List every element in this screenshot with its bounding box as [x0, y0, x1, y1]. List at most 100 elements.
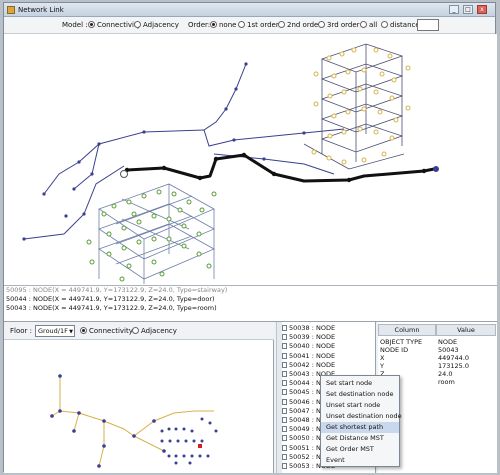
tree-node-item[interactable]: 50039 : NODE — [282, 333, 335, 342]
close-button[interactable]: x — [477, 5, 487, 14]
property-value: 24.0 — [438, 370, 453, 378]
order-all-radio[interactable] — [360, 21, 367, 28]
property-name: OBJECT TYPE — [380, 338, 423, 346]
window-title: Network Link — [18, 6, 64, 14]
floor-links — [51, 376, 214, 467]
floor-nodes — [50, 374, 218, 468]
context-menu-item[interactable]: Get Distance MST — [321, 433, 399, 444]
context-menu-item[interactable]: Unset start node — [321, 400, 399, 411]
tree-node-item[interactable]: 50040 : NODE — [282, 342, 335, 351]
order-2nd-radio[interactable] — [278, 21, 285, 28]
order-3rd-label[interactable]: 3rd order — [327, 21, 360, 29]
context-menu-item[interactable]: Set start node — [321, 378, 399, 389]
log-line: 50095 : NODE(X = 449741.9, Y=173122.9, Z… — [6, 286, 228, 294]
property-name: X — [380, 354, 385, 362]
shortest-path-nodes — [124, 152, 427, 183]
file-icon — [282, 371, 287, 377]
tree-scrollbar[interactable] — [276, 322, 282, 473]
file-icon — [282, 352, 287, 359]
order-distance-label[interactable]: distance — [390, 21, 420, 29]
bottom-panel: Floor : Groud/1F ▼ Connectivity Adjacenc… — [4, 322, 497, 473]
property-name: Y — [380, 362, 384, 370]
tree-node-item[interactable]: 50038 : NODE — [282, 324, 335, 333]
order-3rd-radio[interactable] — [318, 21, 325, 28]
floor-select[interactable]: Groud/1F ▼ — [35, 325, 75, 337]
property-value: 173125.0 — [438, 362, 470, 370]
app-icon — [7, 6, 15, 14]
context-menu-item[interactable]: Event — [321, 455, 399, 466]
order-all-label[interactable]: all — [369, 21, 377, 29]
destination-node — [433, 166, 439, 172]
selected-floor-node — [198, 444, 202, 448]
file-icon — [282, 417, 287, 423]
start-node — [120, 170, 128, 178]
model-adjacency-label[interactable]: Adjacency — [143, 21, 179, 29]
network-3d-canvas[interactable] — [4, 34, 497, 286]
order-2nd-label[interactable]: 2nd order — [287, 21, 321, 29]
file-icon — [282, 435, 287, 442]
property-value: 449744.0 — [438, 354, 470, 362]
outdoor-nodes — [22, 62, 306, 241]
tree-node-label: 50040 : NODE — [289, 342, 336, 351]
log-line: 50043 : NODE(X = 449741.9, Y=173122.9, Z… — [6, 304, 217, 312]
node-context-menu: Set start node Set destination node Unset … — [320, 375, 402, 467]
order-none-label[interactable]: none — [219, 21, 236, 29]
network-link-window: Network Link _ □ x Model : Connectivity … — [3, 2, 497, 473]
file-icon — [282, 325, 287, 331]
floor-bar: Floor : Groud/1F ▼ Connectivity Adjacenc… — [4, 322, 274, 340]
node-log: 50095 : NODE(X = 449741.9, Y=173122.9, Z… — [4, 286, 497, 322]
column-header[interactable]: Column — [378, 324, 436, 336]
floor-selected-value: Groud/1F — [38, 327, 68, 335]
file-icon — [282, 343, 287, 350]
tree-node-item[interactable]: 50042 : NODE — [282, 361, 335, 370]
file-icon — [282, 463, 287, 469]
context-menu-item[interactable]: Get shortest path — [321, 422, 399, 433]
file-icon — [282, 407, 287, 414]
context-menu-item[interactable]: Unset destination node — [321, 411, 402, 422]
order-1st-label[interactable]: 1st order — [247, 21, 279, 29]
context-menu-item[interactable]: Set destination node — [321, 389, 399, 400]
model-connectivity-radio[interactable] — [88, 21, 95, 28]
file-icon — [282, 389, 287, 396]
file-icon — [282, 334, 287, 341]
file-icon — [282, 426, 287, 433]
order-1st-radio[interactable] — [238, 21, 245, 28]
file-icon — [282, 444, 287, 451]
floor-connectivity-label[interactable]: Connectivity — [89, 327, 133, 335]
floor-connectivity-radio[interactable] — [80, 327, 87, 334]
floor-label: Floor : — [10, 327, 32, 335]
floor-adjacency-radio[interactable] — [132, 327, 139, 334]
file-icon — [282, 453, 287, 460]
floor-plan-panel: Floor : Groud/1F ▼ Connectivity Adjacenc… — [4, 322, 274, 473]
title-bar[interactable]: Network Link _ □ x — [4, 3, 495, 17]
floor-plan-canvas[interactable] — [4, 341, 272, 472]
shortest-path — [126, 153, 435, 183]
building-yellow — [303, 43, 405, 170]
distance-input[interactable] — [417, 19, 439, 31]
chevron-down-icon[interactable]: ▼ — [69, 327, 73, 337]
order-none-radio[interactable] — [210, 21, 217, 28]
minimize-button[interactable]: _ — [449, 5, 459, 14]
property-name: NODE ID — [380, 346, 409, 354]
order-distance-radio[interactable] — [381, 21, 388, 28]
file-icon — [282, 380, 287, 387]
maximize-button[interactable]: □ — [463, 5, 473, 14]
context-menu-item[interactable]: Get Order MST — [321, 444, 399, 455]
file-icon — [282, 398, 287, 405]
tree-node-label: 50039 : NODE — [289, 333, 336, 342]
log-line: 50044 : NODE(X = 449741.9, Y=173122.9, Z… — [6, 295, 215, 303]
tree-node-label: 50042 : NODE — [289, 360, 336, 369]
order-label: Order: — [188, 21, 211, 29]
value-header[interactable]: Value — [436, 324, 496, 336]
model-adjacency-radio[interactable] — [134, 21, 141, 28]
tree-node-item[interactable]: 50041 : NODE — [282, 352, 335, 361]
property-value: 50043 — [438, 346, 459, 354]
floor-adjacency-label[interactable]: Adjacency — [141, 327, 177, 335]
tree-node-label: 50038 : NODE — [289, 324, 336, 332]
tree-node-label: 50041 : NODE — [289, 351, 336, 360]
property-value: NODE — [438, 338, 458, 346]
network-3d-view[interactable] — [4, 34, 497, 286]
main-toolbar: Model : Connectivity Adjacency Order: no… — [4, 17, 495, 34]
file-icon — [282, 361, 287, 368]
model-label: Model : — [62, 21, 88, 29]
